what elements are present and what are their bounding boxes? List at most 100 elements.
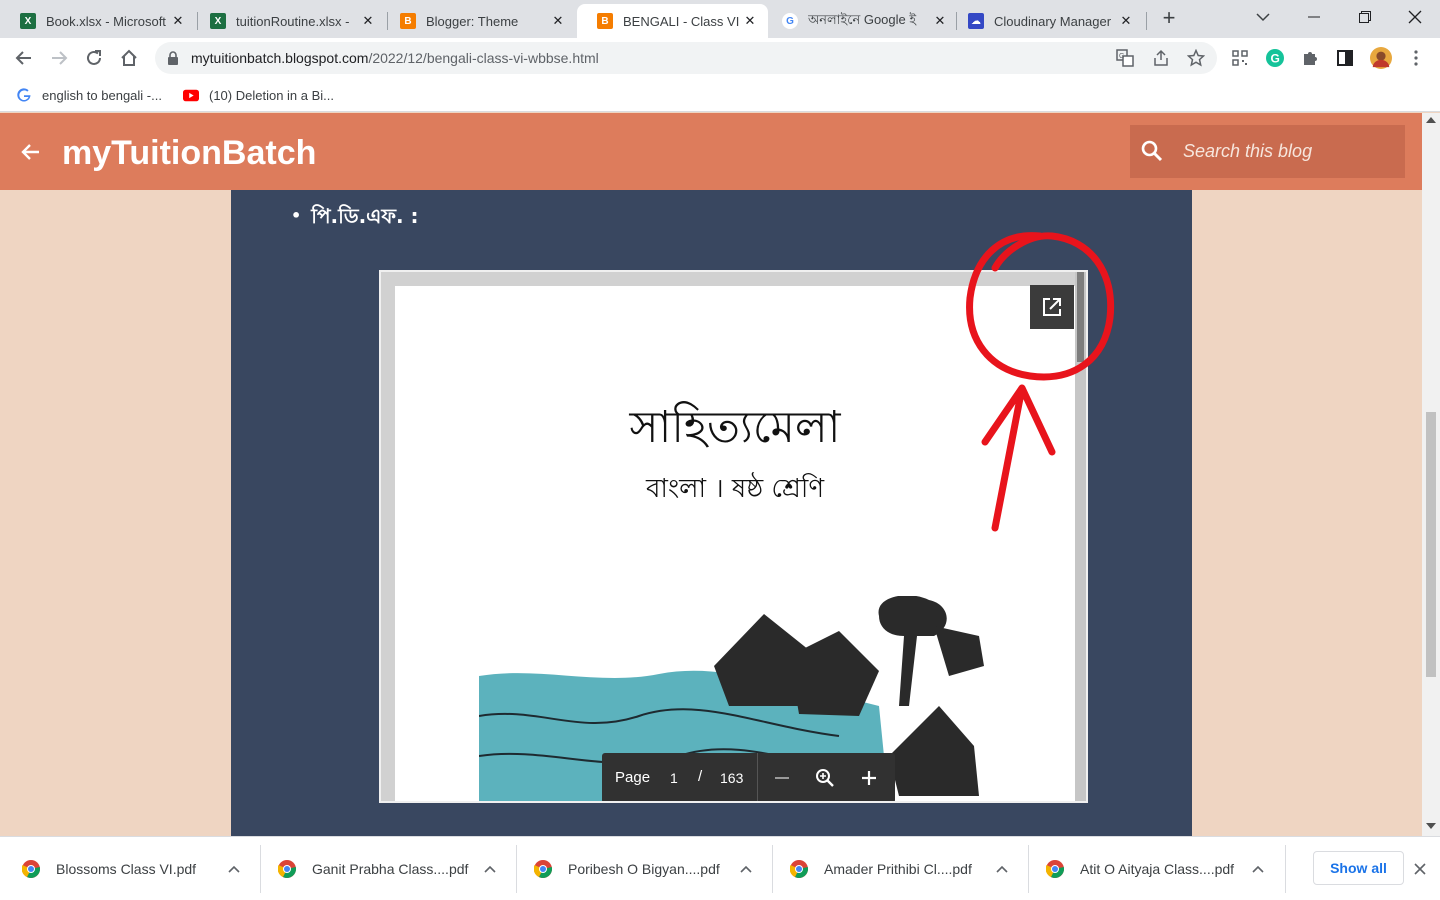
download-divider	[1028, 845, 1029, 893]
translate-icon[interactable]: G	[1115, 48, 1135, 68]
extensions-icon[interactable]	[1299, 47, 1321, 69]
page-label: Page	[615, 769, 651, 786]
zoom-out-button[interactable]	[771, 767, 793, 789]
download-filename: Blossoms Class VI.pdf	[56, 861, 197, 877]
tab-title: Blogger: Theme	[426, 13, 519, 29]
download-item[interactable]: Poribesh O Bigyan....pdf	[534, 837, 754, 900]
download-item[interactable]: Amader Prithibi Cl....pdf	[790, 837, 1010, 900]
pdf-book-subtitle: বাংলা । ষষ্ঠ শ্রেণি	[645, 474, 825, 504]
search-icon[interactable]	[1140, 139, 1164, 168]
back-arrow-icon[interactable]	[18, 139, 44, 165]
share-icon[interactable]	[1151, 48, 1171, 68]
page-separator: /	[698, 768, 703, 785]
restore-icon[interactable]	[1354, 6, 1376, 28]
search-placeholder: Search this blog	[1183, 141, 1313, 161]
side-panel-icon[interactable]	[1334, 47, 1356, 69]
download-filename: Ganit Prabha Class....pdf	[312, 861, 469, 877]
tab-tuition-routine[interactable]: X tuitionRoutine.xlsx - ✕	[190, 4, 386, 38]
qr-code-icon[interactable]	[1229, 47, 1251, 69]
tab-blogger-theme[interactable]: B Blogger: Theme ✕	[380, 4, 576, 38]
pdf-book-title: সাহিত্যমেলা	[629, 402, 841, 453]
pdf-viewer[interactable]: সাহিত্যমেলা বাংলা । ষষ্ঠ শ্রেণি Page 1 /…	[379, 270, 1088, 803]
page-scrollbar[interactable]	[1422, 113, 1440, 836]
tab-close-icon[interactable]: ✕	[360, 13, 376, 29]
youtube-icon	[183, 87, 199, 103]
blog-search-box[interactable]: Search this blog	[1130, 125, 1405, 178]
download-filename: Poribesh O Bigyan....pdf	[568, 861, 720, 877]
pdf-page: সাহিত্যমেলা বাংলা । ষষ্ঠ শ্রেণি Page 1 /…	[395, 286, 1075, 801]
minimize-icon[interactable]	[1303, 6, 1325, 28]
download-filename: Amader Prithibi Cl....pdf	[824, 861, 972, 877]
chevron-up-icon[interactable]	[994, 865, 1010, 873]
close-downloads-icon[interactable]	[1408, 857, 1432, 881]
tab-title: tuitionRoutine.xlsx -	[236, 13, 350, 29]
download-divider	[1285, 845, 1286, 893]
address-bar[interactable]: mytuitionbatch.blogspot.com/2022/12/beng…	[155, 42, 1217, 74]
chevron-up-icon[interactable]	[226, 865, 242, 873]
menu-kebab-icon[interactable]	[1405, 47, 1427, 69]
chevron-up-icon[interactable]	[738, 865, 754, 873]
forward-icon[interactable]	[48, 47, 70, 69]
control-divider	[757, 753, 758, 801]
browser-toolbar: mytuitionbatch.blogspot.com/2022/12/beng…	[0, 38, 1440, 78]
download-item[interactable]: Atit O Aityaja Class....pdf	[1046, 837, 1266, 900]
tab-bengali-class-vi[interactable]: B BENGALI - Class VI - ✕	[577, 4, 768, 38]
home-icon[interactable]	[118, 47, 140, 69]
chrome-icon	[790, 860, 808, 878]
google-icon	[16, 87, 32, 103]
close-window-icon[interactable]	[1404, 6, 1426, 28]
tab-search-icon[interactable]	[1252, 6, 1274, 28]
tab-title: Cloudinary Manager	[994, 13, 1112, 29]
tab-title: BENGALI - Class VI -	[623, 13, 742, 29]
tab-close-icon[interactable]: ✕	[170, 13, 186, 29]
chevron-up-icon[interactable]	[1250, 865, 1266, 873]
bookmark-english-to-bengali[interactable]: english to bengali -...	[16, 84, 162, 106]
chrome-icon	[534, 860, 552, 878]
download-item[interactable]: Blossoms Class VI.pdf	[22, 837, 242, 900]
tab-book-xlsx[interactable]: X Book.xlsx - Microsoft ✕	[0, 4, 196, 38]
show-all-button[interactable]: Show all	[1313, 851, 1404, 885]
tab-divider	[1146, 12, 1147, 30]
lock-icon[interactable]	[167, 51, 179, 70]
tab-google-input[interactable]: G অনলাইনে Google ই ✕	[762, 4, 958, 38]
tab-close-icon[interactable]: ✕	[742, 13, 758, 29]
current-page-input[interactable]: 1	[670, 753, 678, 801]
bookmark-label: (10) Deletion in a Bi...	[209, 87, 335, 103]
profile-avatar[interactable]	[1370, 47, 1392, 69]
tab-title: Book.xlsx - Microsoft	[46, 13, 166, 29]
tab-cloudinary[interactable]: ☁ Cloudinary Manager ✕	[948, 4, 1144, 38]
url-host: mytuitionbatch.blogspot.com	[191, 50, 369, 66]
pdf-scrollbar[interactable]	[1075, 272, 1086, 801]
download-filename: Atit O Aityaja Class....pdf	[1080, 861, 1235, 877]
tab-title: অনলাইনে Google ই	[808, 11, 917, 27]
chrome-icon	[22, 860, 40, 878]
bookmark-label: english to bengali -...	[42, 87, 162, 103]
zoom-in-button[interactable]	[858, 767, 880, 789]
bookmark-deletion-bi[interactable]: (10) Deletion in a Bi...	[183, 84, 334, 106]
url-path: /2022/12/bengali-class-vi-wbbse.html	[368, 50, 599, 66]
open-in-new-window-button[interactable]	[1030, 285, 1074, 329]
back-icon[interactable]	[13, 47, 35, 69]
tab-close-icon[interactable]: ✕	[932, 13, 948, 29]
scroll-up-icon[interactable]	[1426, 117, 1436, 123]
chrome-icon	[278, 860, 296, 878]
download-divider	[772, 845, 773, 893]
pdf-scrollbar-thumb[interactable]	[1077, 272, 1084, 362]
tab-close-icon[interactable]: ✕	[1118, 13, 1134, 29]
blog-title[interactable]: myTuitionBatch	[62, 133, 316, 173]
tab-close-icon[interactable]: ✕	[550, 13, 566, 29]
bookmark-star-icon[interactable]	[1186, 48, 1206, 68]
reload-icon[interactable]	[83, 47, 105, 69]
new-tab-button[interactable]: +	[1158, 7, 1180, 30]
download-item[interactable]: Ganit Prabha Class....pdf	[278, 837, 498, 900]
zoom-icon[interactable]	[814, 767, 836, 789]
chevron-up-icon[interactable]	[482, 865, 498, 873]
scroll-down-icon[interactable]	[1426, 823, 1436, 829]
grammarly-icon[interactable]: G	[1264, 47, 1286, 69]
open-external-icon	[1043, 298, 1061, 316]
chrome-icon	[1046, 860, 1064, 878]
download-divider	[516, 845, 517, 893]
download-divider	[260, 845, 261, 893]
total-pages: 163	[720, 770, 744, 786]
page-scrollbar-thumb[interactable]	[1426, 412, 1436, 677]
